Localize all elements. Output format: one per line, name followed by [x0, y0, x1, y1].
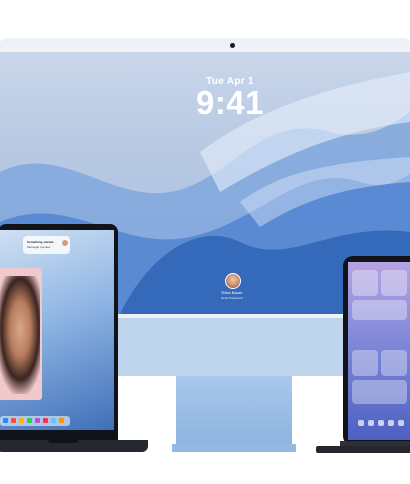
ipad-keyboard — [316, 446, 410, 453]
lock-screen-time: 9:41 — [195, 84, 265, 121]
dock-app-icon[interactable] — [51, 418, 56, 423]
ipad-widget-stocks[interactable] — [352, 380, 407, 404]
notification-body: Message preview — [27, 245, 51, 249]
dock-app-icon[interactable] — [35, 418, 40, 423]
notification-avatar — [62, 240, 68, 246]
ipad-widget-reminders[interactable] — [381, 350, 407, 376]
login-hint: Enter Password — [221, 296, 243, 300]
imac-stand — [176, 376, 292, 444]
user-name: Erika Bauer — [221, 290, 243, 295]
dock-app-icon[interactable] — [59, 418, 64, 423]
ipad-dock-icon[interactable] — [358, 420, 364, 426]
camera-icon — [230, 43, 235, 48]
ipad-dock-icon[interactable] — [398, 420, 404, 426]
ipad-dock-icon[interactable] — [378, 420, 384, 426]
imac-foot — [172, 444, 296, 452]
user-avatar[interactable] — [225, 273, 241, 289]
dock-app-icon[interactable] — [27, 418, 32, 423]
imac-chin — [118, 318, 348, 376]
facetime-video — [0, 276, 40, 394]
dock-app-icon[interactable] — [11, 418, 16, 423]
ipad-widget-photos[interactable] — [352, 300, 407, 320]
ipad-widget-calendar[interactable] — [381, 270, 407, 296]
dock-app-icon[interactable] — [3, 418, 8, 423]
ipad-widget-weather[interactable] — [352, 270, 378, 296]
ipad-dock-icon[interactable] — [388, 420, 394, 426]
dock-app-icon[interactable] — [43, 418, 48, 423]
notification-title: Something started — [27, 240, 54, 244]
dock-app-icon[interactable] — [19, 418, 24, 423]
ipad-dock-icon[interactable] — [368, 420, 374, 426]
ipad-widget-clock[interactable] — [352, 350, 378, 376]
macbook-notch — [48, 440, 78, 443]
